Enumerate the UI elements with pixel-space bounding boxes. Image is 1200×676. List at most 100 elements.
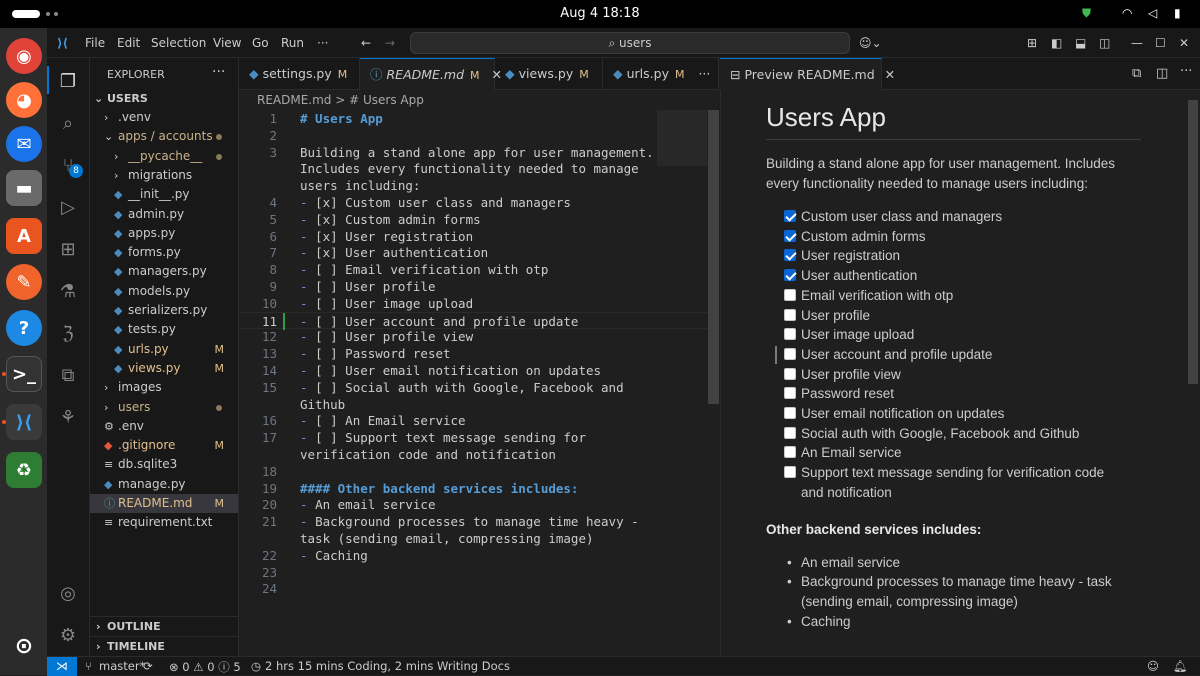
search-icon[interactable]: ⌕	[55, 110, 81, 136]
tab-urls-py[interactable]: ◆ urls.py M ···	[603, 58, 719, 90]
python-icon[interactable]: ⚘	[55, 404, 81, 430]
tree-item[interactable]: ◆ managers.py	[90, 262, 238, 281]
breadcrumb[interactable]: README.md > # Users App	[239, 90, 719, 110]
tree-item[interactable]: › migrations	[90, 166, 238, 185]
testing-icon[interactable]: ⚗	[55, 278, 81, 304]
tree-item[interactable]: ◆ serializers.py	[90, 301, 238, 320]
timeline-section[interactable]: › TIMELINE	[90, 636, 238, 656]
tree-item[interactable]: ◆ views.py M	[90, 359, 238, 378]
back-arrow-icon[interactable]: ←	[361, 36, 371, 50]
task-checkbox[interactable]	[784, 288, 796, 301]
tabnine-icon[interactable]: ℨ	[55, 320, 81, 346]
more-actions-icon[interactable]: ···	[1180, 64, 1192, 79]
tree-item[interactable]: ⌄ apps / accounts	[90, 127, 238, 146]
tree-item[interactable]: › users	[90, 398, 238, 417]
task-checkbox[interactable]	[784, 210, 796, 222]
outline-section[interactable]: › OUTLINE	[90, 616, 238, 636]
remote-explorer-icon[interactable]: ⧉	[55, 362, 81, 388]
files-icon[interactable]: ▬	[6, 170, 42, 206]
tree-item[interactable]: ◆ admin.py	[90, 205, 238, 224]
menu-selection[interactable]: Selection	[151, 36, 206, 50]
task-checkbox[interactable]	[784, 407, 796, 419]
notifications-icon[interactable]: 🔔︎	[1173, 659, 1188, 673]
toggle-secondary-sidebar-icon[interactable]: ◫	[1099, 36, 1110, 50]
menu-file[interactable]: File	[85, 36, 105, 50]
task-checkbox[interactable]	[784, 249, 796, 262]
sync-icon[interactable]: ⟳	[143, 659, 153, 673]
task-checkbox[interactable]	[784, 446, 796, 459]
thunderbird-icon[interactable]: ✉	[6, 126, 42, 162]
terminal-icon[interactable]: >_	[6, 356, 42, 392]
close-icon[interactable]: ✕	[1179, 36, 1189, 50]
chrome-icon[interactable]: ◉	[6, 38, 42, 74]
system-clock[interactable]: Aug 4 18:18	[0, 6, 1200, 21]
tree-item[interactable]: ◆ __init__.py	[90, 185, 238, 204]
tree-item[interactable]: ◆ models.py	[90, 282, 238, 301]
git-branch[interactable]: master*	[99, 659, 145, 673]
menu-edit[interactable]: Edit	[117, 36, 140, 50]
task-checkbox[interactable]	[784, 466, 796, 479]
copilot-status-icon[interactable]: ☺	[1147, 659, 1159, 673]
preview-scrollbar[interactable]	[1188, 100, 1198, 384]
editor-scrollbar[interactable]	[708, 110, 719, 404]
tab-readme-md[interactable]: ⓘ README.md M ✕	[360, 58, 502, 90]
task-checkbox[interactable]	[784, 367, 796, 380]
customize-layout-icon[interactable]: ⊞	[1027, 36, 1037, 50]
remote-indicator-icon[interactable]: ⋊	[47, 657, 77, 676]
task-checkbox[interactable]	[784, 328, 796, 341]
minimap[interactable]	[657, 110, 707, 166]
tree-item[interactable]: › images	[90, 378, 238, 397]
task-checkbox[interactable]	[784, 229, 796, 242]
tab-views-py[interactable]: ◆ views.py M	[495, 58, 603, 90]
tree-item[interactable]: ◆ .gitignore M	[90, 436, 238, 455]
menu-run[interactable]: Run	[281, 36, 304, 50]
wifi-icon[interactable]: ◠	[1122, 6, 1132, 20]
extensions-icon[interactable]: ⊞	[55, 236, 81, 262]
task-checkbox[interactable]	[784, 308, 796, 321]
task-checkbox[interactable]	[784, 269, 796, 282]
task-checkbox[interactable]	[784, 387, 796, 400]
editor-icon[interactable]: ✎	[6, 264, 42, 300]
shield-icon[interactable]: ⛊	[1082, 6, 1091, 21]
menu-go[interactable]: Go	[252, 36, 269, 50]
task-checkbox[interactable]	[784, 426, 796, 439]
workspace-root[interactable]: ⌄ USERS	[90, 89, 238, 108]
tree-item[interactable]: ≡ db.sqlite3	[90, 455, 238, 474]
firefox-icon[interactable]: ◕	[6, 82, 42, 118]
tab-preview-readme[interactable]: ⊟ Preview README.md ✕	[720, 58, 895, 90]
tree-item[interactable]: ◆ tests.py	[90, 320, 238, 339]
wakatime-status[interactable]: 2 hrs 15 mins Coding, 2 mins Writing Doc…	[265, 659, 510, 673]
toggle-panel-icon[interactable]: ⬓	[1075, 36, 1086, 50]
tree-item[interactable]: ◆ urls.py M	[90, 340, 238, 359]
tree-item[interactable]: ⓘ README.md M	[90, 494, 238, 513]
tree-item[interactable]: ≡ requirement.txt	[90, 513, 238, 532]
tree-item[interactable]: › .venv	[90, 108, 238, 127]
tab-more-icon[interactable]: ···	[698, 66, 710, 81]
tree-item[interactable]: ⚙ .env	[90, 417, 238, 436]
copilot-icon[interactable]: ☺⌄	[859, 36, 882, 50]
tree-item[interactable]: ◆ manage.py	[90, 475, 238, 494]
tab-close-icon[interactable]: ✕	[885, 67, 895, 82]
forward-arrow-icon[interactable]: →	[385, 36, 395, 50]
problems-indicator[interactable]: ⊗ 0 ⚠ 0 ⓘ 5	[169, 659, 241, 675]
app-center-icon[interactable]: A	[6, 218, 42, 254]
settings-gear-icon[interactable]: ⚙	[55, 622, 81, 648]
tree-item[interactable]: ◆ forms.py	[90, 243, 238, 262]
menu-view[interactable]: View	[213, 36, 241, 50]
accounts-icon[interactable]: ◎	[55, 580, 81, 606]
toggle-sidebar-icon[interactable]: ◧	[1051, 36, 1062, 50]
tree-item[interactable]: › __pycache__	[90, 147, 238, 166]
volume-icon[interactable]: ◁	[1148, 6, 1157, 20]
open-source-icon[interactable]: ⧉	[1132, 66, 1141, 81]
more-actions-icon[interactable]: ···	[212, 64, 225, 80]
maximize-icon[interactable]: ☐	[1155, 36, 1166, 50]
task-checkbox[interactable]	[784, 347, 796, 360]
trash-icon[interactable]: ♻	[6, 452, 42, 488]
explorer-icon[interactable]: ❐	[55, 68, 81, 94]
show-apps-icon[interactable]: ⊙	[6, 628, 42, 664]
menu-more[interactable]: ···	[317, 36, 328, 50]
minimize-icon[interactable]: —	[1131, 36, 1143, 50]
tree-item[interactable]: ◆ apps.py	[90, 224, 238, 243]
split-editor-icon[interactable]: ◫	[1156, 66, 1168, 81]
help-icon[interactable]: ?	[6, 310, 42, 346]
